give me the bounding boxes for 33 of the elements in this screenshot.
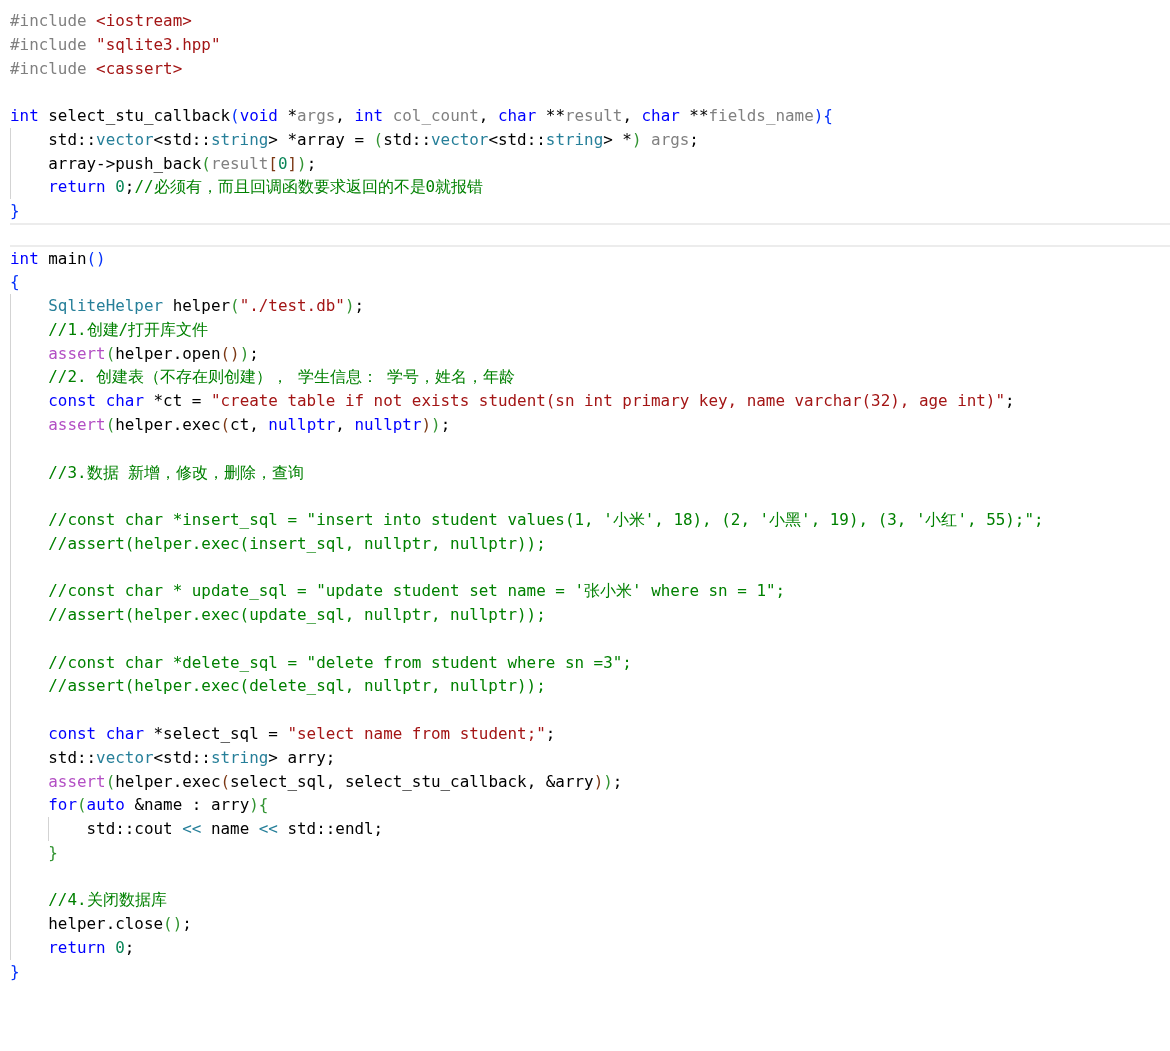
code-line: assert(helper.open()); <box>47 342 259 365</box>
code-line: return 0;//必须有，而且回调函数要求返回的不是0就报错 <box>47 176 484 199</box>
code-line: for(auto &name : arry){ <box>47 794 269 817</box>
code-comment: //const char *insert_sql = "insert into student values(1, '小米', 18), (2, '小黑', 19), (3, '小红', 55);"; <box>47 509 1044 532</box>
code-line: return 0; <box>47 936 135 959</box>
code-line: #include "sqlite3.hpp" <box>10 33 221 56</box>
code-comment: //3.数据 新增，修改，删除，查询 <box>47 461 305 484</box>
code-line: std::cout << name << std::endl; <box>85 818 384 841</box>
code-line: assert(helper.exec(ct, nullptr, nullptr)); <box>47 414 451 436</box>
code-line: { <box>10 271 20 294</box>
code-comment: //assert(helper.exec(delete_sql, nullptr, nullptr)); <box>47 675 546 698</box>
code-comment: //const char * update_sql = "update student set name = '张小米' where sn = 1"; <box>47 580 786 603</box>
code-comment: //const char *delete_sql = "delete from student where sn =3"; <box>47 651 632 674</box>
code-line: } <box>10 960 20 983</box>
code-line: } <box>10 200 20 223</box>
code-line: const char *ct = "create table if not exists student(sn int primary key, name varchar(32), age int)"; <box>47 390 1015 413</box>
code-line: helper.close(); <box>47 913 192 936</box>
code-line: std::vector<std::string> arry; <box>47 746 336 769</box>
code-line: const char *select_sql = "select name from student;"; <box>47 722 556 745</box>
code-line: SqliteHelper helper("./test.db"); <box>47 295 365 318</box>
code-comment: //2. 创建表（不存在则创建）， 学生信息： 学号，姓名，年龄 <box>47 366 516 389</box>
code-comment: //1.创建/打开库文件 <box>47 318 209 341</box>
code-line: } <box>47 841 58 864</box>
code-line: #include <cassert> <box>10 57 183 80</box>
code-line: assert(helper.exec(select_sql, select_stu_callback, &arry)); <box>47 770 623 793</box>
code-line: #include <iostream> <box>10 10 192 32</box>
code-comment: //assert(helper.exec(update_sql, nullptr, nullptr)); <box>47 604 546 627</box>
code-line: array->push_back(result[0]); <box>47 152 317 175</box>
code-comment: //assert(helper.exec(insert_sql, nullptr, nullptr)); <box>47 532 546 555</box>
code-comment: //4.关闭数据库 <box>47 889 167 912</box>
code-line: int select_stu_callback(void *args, int col_count, char **result, char **fields_name){ <box>10 105 833 128</box>
code-line: int main() <box>10 247 106 270</box>
code-line: std::vector<std::string> *array = (std::vector<std::string> *) args; <box>47 128 699 151</box>
